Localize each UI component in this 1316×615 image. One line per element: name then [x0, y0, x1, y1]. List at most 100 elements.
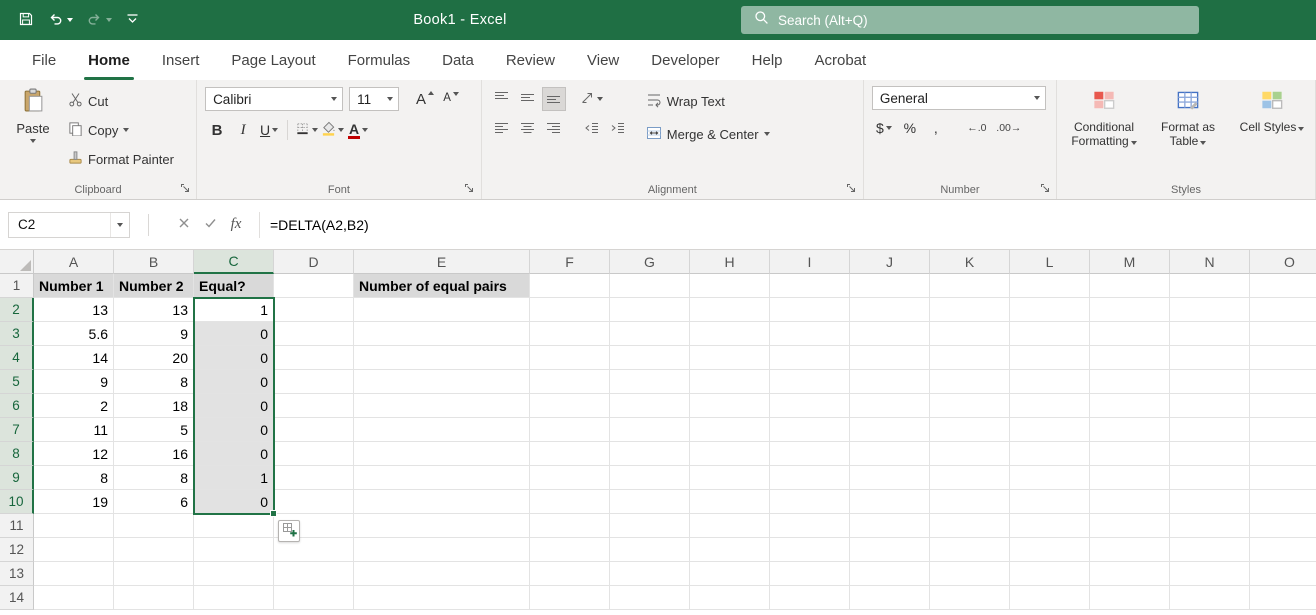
- cell-K9[interactable]: [930, 466, 1010, 490]
- column-header-B[interactable]: B: [114, 250, 194, 274]
- cell-F6[interactable]: [530, 394, 610, 418]
- column-header-C[interactable]: C: [194, 250, 274, 274]
- select-all-button[interactable]: [0, 250, 34, 274]
- cell-H5[interactable]: [690, 370, 770, 394]
- insert-function-button[interactable]: fx: [223, 212, 249, 238]
- cell-E10[interactable]: [354, 490, 530, 514]
- cell-O7[interactable]: [1250, 418, 1316, 442]
- cell-M12[interactable]: [1090, 538, 1170, 562]
- number-format-select[interactable]: General: [872, 86, 1046, 110]
- row-header-11[interactable]: 11: [0, 514, 34, 538]
- cell-K7[interactable]: [930, 418, 1010, 442]
- row-header-7[interactable]: 7: [0, 418, 34, 442]
- row-header-4[interactable]: 4: [0, 346, 34, 370]
- cell-G5[interactable]: [610, 370, 690, 394]
- cell-F2[interactable]: [530, 298, 610, 322]
- cell-E1[interactable]: Number of equal pairs: [354, 274, 530, 298]
- cell-C4[interactable]: 0: [194, 346, 274, 370]
- cell-I2[interactable]: [770, 298, 850, 322]
- cell-A11[interactable]: [34, 514, 114, 538]
- cell-A4[interactable]: 14: [34, 346, 114, 370]
- enter-button[interactable]: [197, 212, 223, 238]
- cell-I6[interactable]: [770, 394, 850, 418]
- row-header-8[interactable]: 8: [0, 442, 34, 466]
- cell-O3[interactable]: [1250, 322, 1316, 346]
- cell-O14[interactable]: [1250, 586, 1316, 610]
- cell-A8[interactable]: 12: [34, 442, 114, 466]
- cell-B6[interactable]: 18: [114, 394, 194, 418]
- cancel-button[interactable]: [171, 212, 197, 238]
- row-header-2[interactable]: 2: [0, 298, 34, 322]
- cell-N2[interactable]: [1170, 298, 1250, 322]
- cell-A5[interactable]: 9: [34, 370, 114, 394]
- cell-N3[interactable]: [1170, 322, 1250, 346]
- increase-decimal-button[interactable]: ←.0: [962, 116, 992, 140]
- cell-B11[interactable]: [114, 514, 194, 538]
- font-dialog-launcher[interactable]: [464, 182, 476, 194]
- orientation-button[interactable]: [580, 87, 604, 111]
- cell-M8[interactable]: [1090, 442, 1170, 466]
- cell-C7[interactable]: 0: [194, 418, 274, 442]
- cell-G3[interactable]: [610, 322, 690, 346]
- cell-O6[interactable]: [1250, 394, 1316, 418]
- cell-F5[interactable]: [530, 370, 610, 394]
- cell-F1[interactable]: [530, 274, 610, 298]
- cell-M6[interactable]: [1090, 394, 1170, 418]
- cell-J2[interactable]: [850, 298, 930, 322]
- align-center-button[interactable]: [516, 118, 540, 142]
- cell-N1[interactable]: [1170, 274, 1250, 298]
- cell-H11[interactable]: [690, 514, 770, 538]
- cell-O2[interactable]: [1250, 298, 1316, 322]
- cell-H6[interactable]: [690, 394, 770, 418]
- fill-handle[interactable]: [270, 510, 277, 517]
- cell-D3[interactable]: [274, 322, 354, 346]
- cell-F13[interactable]: [530, 562, 610, 586]
- clipboard-dialog-launcher[interactable]: [179, 182, 191, 194]
- paste-button[interactable]: Paste: [8, 86, 58, 170]
- cell-C3[interactable]: 0: [194, 322, 274, 346]
- cell-C10[interactable]: 0: [194, 490, 274, 514]
- cell-G9[interactable]: [610, 466, 690, 490]
- cell-F4[interactable]: [530, 346, 610, 370]
- cell-E6[interactable]: [354, 394, 530, 418]
- fill-color-button[interactable]: [320, 118, 344, 142]
- cell-M7[interactable]: [1090, 418, 1170, 442]
- cell-K8[interactable]: [930, 442, 1010, 466]
- cell-E11[interactable]: [354, 514, 530, 538]
- cell-L1[interactable]: [1010, 274, 1090, 298]
- cell-L10[interactable]: [1010, 490, 1090, 514]
- cell-M10[interactable]: [1090, 490, 1170, 514]
- comma-style-button[interactable]: ,: [924, 116, 948, 140]
- cell-D8[interactable]: [274, 442, 354, 466]
- cell-M1[interactable]: [1090, 274, 1170, 298]
- row-header-3[interactable]: 3: [0, 322, 34, 346]
- cell-E14[interactable]: [354, 586, 530, 610]
- undo-button[interactable]: [47, 11, 73, 30]
- cell-J10[interactable]: [850, 490, 930, 514]
- cell-A10[interactable]: 19: [34, 490, 114, 514]
- cell-G2[interactable]: [610, 298, 690, 322]
- cell-E8[interactable]: [354, 442, 530, 466]
- conditional-formatting-button[interactable]: Conditional Formatting: [1065, 86, 1143, 149]
- search-box[interactable]: Search (Alt+Q): [741, 6, 1199, 34]
- wrap-text-button[interactable]: Wrap Text: [646, 89, 770, 113]
- row-header-6[interactable]: 6: [0, 394, 34, 418]
- cell-I10[interactable]: [770, 490, 850, 514]
- cell-D4[interactable]: [274, 346, 354, 370]
- cell-H7[interactable]: [690, 418, 770, 442]
- cell-E5[interactable]: [354, 370, 530, 394]
- cell-A6[interactable]: 2: [34, 394, 114, 418]
- align-right-button[interactable]: [542, 118, 566, 142]
- align-left-button[interactable]: [490, 118, 514, 142]
- cell-J14[interactable]: [850, 586, 930, 610]
- column-header-G[interactable]: G: [610, 250, 690, 274]
- cell-O12[interactable]: [1250, 538, 1316, 562]
- column-header-O[interactable]: O: [1250, 250, 1316, 274]
- cell-G7[interactable]: [610, 418, 690, 442]
- redo-button[interactable]: [86, 11, 112, 30]
- cell-G4[interactable]: [610, 346, 690, 370]
- column-header-D[interactable]: D: [274, 250, 354, 274]
- cell-M5[interactable]: [1090, 370, 1170, 394]
- row-header-9[interactable]: 9: [0, 466, 34, 490]
- cell-A3[interactable]: 5.6: [34, 322, 114, 346]
